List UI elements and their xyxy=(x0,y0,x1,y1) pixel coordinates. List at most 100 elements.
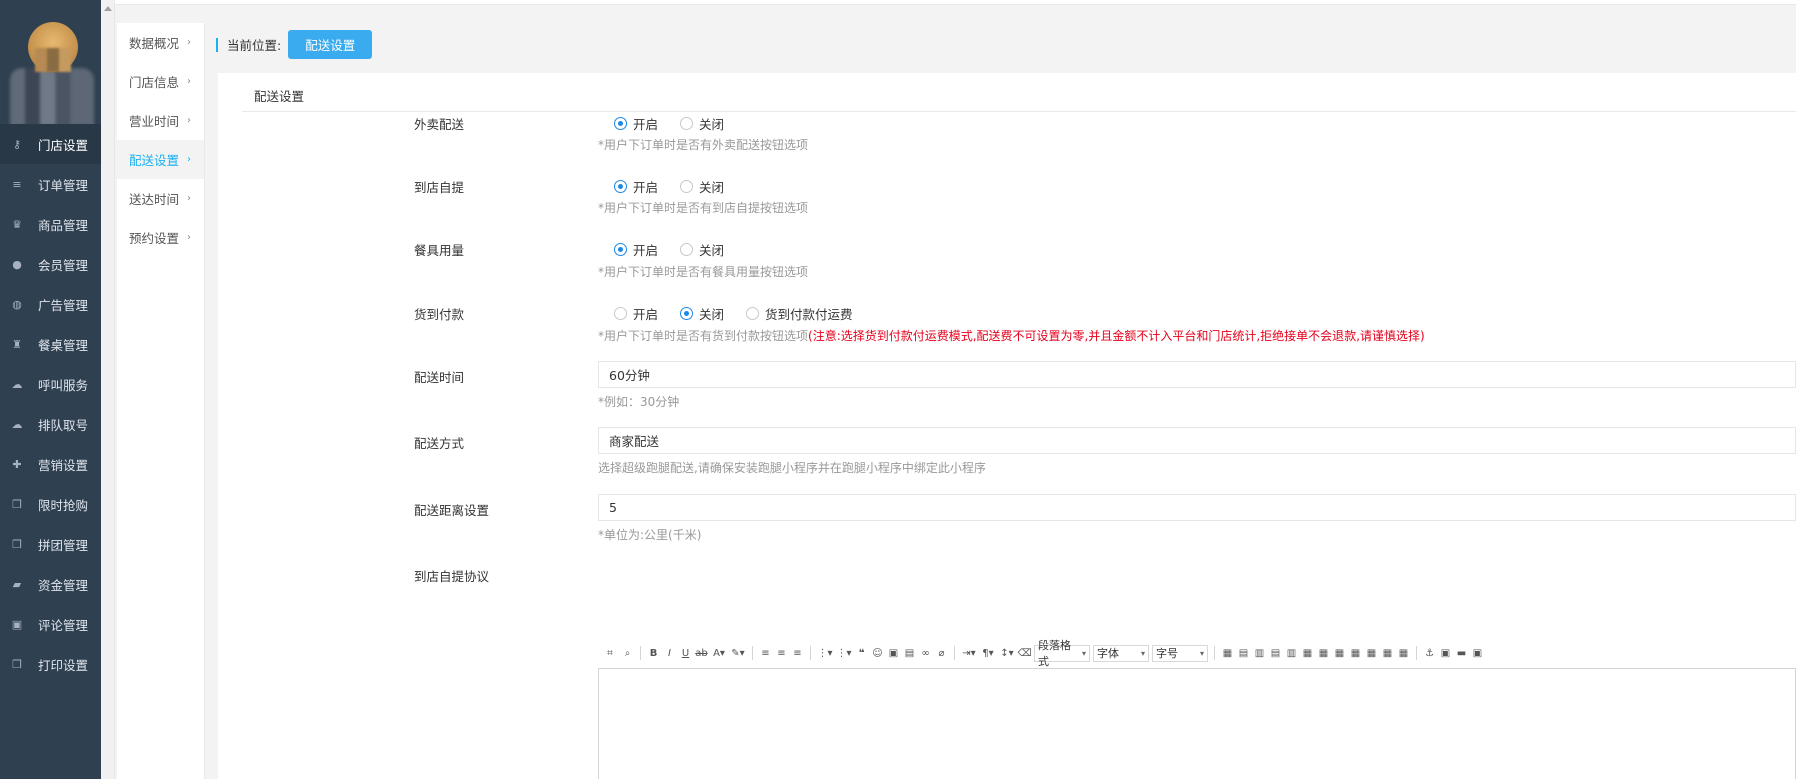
sidebar-item-6[interactable]: ☁ 呼叫服务 xyxy=(0,364,101,404)
align-right-icon[interactable]: ≡ xyxy=(791,647,804,660)
attachment-icon[interactable]: ▣ xyxy=(1439,647,1452,660)
unordered-list-icon[interactable]: ⋮▾ xyxy=(836,647,852,660)
submenu-item-4[interactable]: 送达时间 › xyxy=(117,179,204,218)
font-family-select[interactable]: 字体 ▾ xyxy=(1093,644,1149,662)
breadcrumb-current-button[interactable]: 配送设置 xyxy=(288,30,373,59)
save-icon[interactable]: ▣ xyxy=(1471,647,1484,660)
paragraph-spacing-icon[interactable]: ¶▾ xyxy=(980,647,996,660)
italic-icon[interactable]: I xyxy=(663,647,676,660)
html-source-icon[interactable]: ⌗ xyxy=(602,647,618,660)
globe-icon: ◍ xyxy=(12,297,22,311)
table-header-icon[interactable]: ▦ xyxy=(1365,647,1378,660)
submenu-item-1[interactable]: 门店信息 › xyxy=(117,62,204,101)
video-icon[interactable]: ▤ xyxy=(903,647,916,660)
radio-label: 货到付款付运费 xyxy=(765,307,853,322)
ziti-off-radio[interactable]: 关闭 xyxy=(680,177,724,196)
delivery-time-input[interactable] xyxy=(598,361,1796,388)
sidebar-item-11[interactable]: ▰ 资金管理 xyxy=(0,564,101,604)
sidebar-item-3[interactable]: ● 会员管理 xyxy=(0,244,101,284)
radio-dot xyxy=(680,180,694,193)
delete-col-icon[interactable]: ▥ xyxy=(1285,647,1298,660)
radio-label: 关闭 xyxy=(699,117,725,132)
sidebar-item-4[interactable]: ◍ 广告管理 xyxy=(0,284,101,324)
waimai-off-radio[interactable]: 关闭 xyxy=(680,114,724,133)
ziti-on-radio[interactable]: 开启 xyxy=(614,177,658,196)
align-left-icon[interactable]: ≡ xyxy=(759,647,772,660)
ordered-list-icon[interactable]: ⋮▾ xyxy=(817,647,833,660)
huodao-fee-radio[interactable]: 货到付款付运费 xyxy=(746,304,853,323)
gift-icon: ✚ xyxy=(12,457,22,471)
sidebar-item-label: 资金管理 xyxy=(38,577,89,593)
sidebar-item-label: 限时抢购 xyxy=(38,497,89,513)
clear-format-icon[interactable]: ⌫ xyxy=(1017,647,1031,660)
submenu-item-2[interactable]: 营业时间 › xyxy=(117,101,204,140)
split-cells-icon[interactable]: ▦ xyxy=(1317,647,1330,660)
submenu-item-0[interactable]: 数据概况 › xyxy=(117,23,204,62)
insert-row-icon[interactable]: ▤ xyxy=(1237,647,1250,660)
huodao-off-radio[interactable]: 关闭 xyxy=(680,304,724,323)
sidebar-item-0[interactable]: ⚷ 门店设置 xyxy=(0,124,101,164)
cloud-icon: ☁ xyxy=(11,417,23,431)
sidebar-item-9[interactable]: ❐ 限时抢购 xyxy=(0,484,101,524)
sidebar-item-1[interactable]: ≡ 订单管理 xyxy=(0,164,101,204)
merge-cells-icon[interactable]: ▦ xyxy=(1301,647,1314,660)
sidebar-item-label: 广告管理 xyxy=(38,297,89,313)
canju-off-radio[interactable]: 关闭 xyxy=(680,240,724,259)
huodao-label: 货到付款 xyxy=(414,307,465,322)
delete-row-icon[interactable]: ▤ xyxy=(1269,647,1282,660)
unlink-icon[interactable]: ⌀ xyxy=(935,647,948,660)
sidebar-item-10[interactable]: ❐ 拼团管理 xyxy=(0,524,101,564)
align-center-icon[interactable]: ≡ xyxy=(775,647,788,660)
radio-label: 关闭 xyxy=(699,180,725,195)
sidebar-item-13[interactable]: ❐ 打印设置 xyxy=(0,644,101,684)
waimai-on-radio[interactable]: 开启 xyxy=(614,114,658,133)
line-height-icon[interactable]: ↕▾ xyxy=(999,647,1015,660)
delivery-distance-input[interactable] xyxy=(598,494,1796,521)
delivery-method-input[interactable] xyxy=(598,427,1796,454)
sidebar-item-label: 打印设置 xyxy=(38,657,89,673)
scroll-up-arrow-icon[interactable] xyxy=(104,6,112,11)
huodao-hint-text: *用户下订单时是否有货到付款按钮选项 xyxy=(598,329,809,343)
table-delete-icon[interactable]: ▦ xyxy=(1397,647,1410,660)
table-icon[interactable]: ▦ xyxy=(1221,647,1234,660)
preview-icon[interactable]: ⌕ xyxy=(621,647,634,660)
anchor-icon[interactable]: ⚓ xyxy=(1423,647,1436,660)
submenu-item-5[interactable]: 预约设置 › xyxy=(117,218,204,257)
agreement-editor[interactable] xyxy=(598,668,1796,779)
avatar[interactable] xyxy=(5,18,94,126)
emoji-icon[interactable]: ☺ xyxy=(871,647,884,660)
sidebar-item-5[interactable]: ♜ 餐桌管理 xyxy=(0,324,101,364)
underline-icon[interactable]: U xyxy=(679,647,692,660)
table-split-icon[interactable]: ▦ xyxy=(1381,647,1394,660)
cell-props-icon[interactable]: ▦ xyxy=(1349,647,1362,660)
sidebar-item-2[interactable]: ♛ 商品管理 xyxy=(0,204,101,244)
sidebar-item-8[interactable]: ✚ 营销设置 xyxy=(0,444,101,484)
cloud-icon: ☁ xyxy=(11,377,23,391)
font-color-icon[interactable]: A▾ xyxy=(711,647,727,660)
sidebar-item-7[interactable]: ☁ 排队取号 xyxy=(0,404,101,444)
huodao-on-radio[interactable]: 开启 xyxy=(614,304,658,323)
image-icon[interactable]: ▣ xyxy=(887,647,900,660)
strikethrough-icon[interactable]: ab xyxy=(695,647,708,660)
paragraph-format-select[interactable]: 段落格式 ▾ xyxy=(1034,639,1090,668)
indent-icon[interactable]: ⇥▾ xyxy=(961,647,977,660)
canju-on-radio[interactable]: 开启 xyxy=(614,240,658,259)
submenu-item-3[interactable]: 配送设置 › xyxy=(117,140,204,179)
scrollbar[interactable] xyxy=(101,0,115,779)
radio-dot xyxy=(614,180,627,193)
font-size-select[interactable]: 字号 ▾ xyxy=(1152,644,1208,662)
panel-divider xyxy=(242,111,1796,112)
link-icon[interactable]: ∞ xyxy=(919,647,932,660)
submenu-item-label: 送达时间 xyxy=(129,192,180,207)
huodao-radio-group: 开启 关闭 货到付款付运费 xyxy=(614,304,875,323)
insert-col-icon[interactable]: ▥ xyxy=(1253,647,1266,660)
sidebar-item-12[interactable]: ▣ 评论管理 xyxy=(0,604,101,644)
highlight-icon[interactable]: ✎▾ xyxy=(730,647,746,660)
bold-icon[interactable]: B xyxy=(647,647,660,660)
radio-dot xyxy=(680,117,694,130)
table-props-icon[interactable]: ▦ xyxy=(1333,647,1346,660)
sub-menu: 数据概况 › 门店信息 › 营业时间 › 配送设置 › 送达时间 › 预约设置 › xyxy=(117,23,205,779)
print-icon[interactable]: ▬ xyxy=(1455,647,1468,660)
toolbar-separator xyxy=(752,646,753,660)
quote-icon[interactable]: ❝ xyxy=(855,647,868,660)
